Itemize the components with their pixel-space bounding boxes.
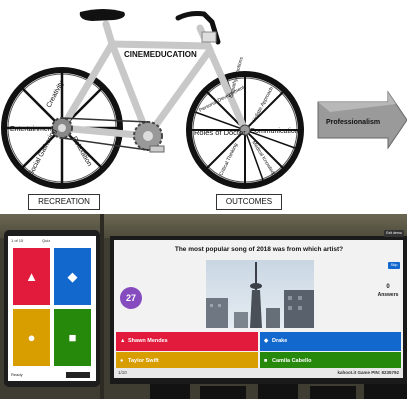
diamond-icon: ◆ [264, 338, 269, 344]
desk-monitor [150, 384, 190, 399]
desk-monitor [364, 384, 407, 399]
question-text: The most popular song of 2018 was from w… [174, 246, 344, 253]
answer-text: Taylor Swift [128, 358, 159, 364]
wall-edge [100, 214, 104, 399]
recreation-caption: RECREATION [28, 194, 100, 210]
tablet-footer-bar [66, 372, 90, 378]
tablet-topbar: 1 of 15 Quiz [8, 236, 96, 246]
answer-text: Shawn Mendes [128, 338, 168, 344]
game-pin-text: kahoot.it Game PIN: 8235792 [337, 370, 399, 375]
figure: Creativity Entertainment Relaxation Soci… [0, 0, 407, 399]
saddle-and-handlebar [79, 9, 221, 45]
desk-monitor [258, 384, 298, 399]
classroom-photo: 1 of 15 Quiz ▲ ◆ ● ■ Ready The most popu… [0, 214, 407, 399]
diamond-icon: ◆ [67, 268, 78, 284]
mode-label: Quiz [42, 238, 51, 243]
answer-text: Camila Cabello [272, 358, 312, 364]
triangle-icon: ▲ [25, 269, 38, 284]
front-label: Roles of Doctor [194, 128, 246, 137]
status-text: Ready [11, 372, 23, 377]
skip-button[interactable]: Skip [388, 262, 400, 269]
projector-screen: The most popular song of 2018 was from w… [110, 230, 407, 384]
tablet-device: 1 of 15 Quiz ▲ ◆ ● ■ Ready [4, 230, 100, 387]
kahoot-game-screen: The most popular song of 2018 was from w… [114, 230, 404, 378]
answer-tile-red[interactable]: ▲ [13, 248, 50, 305]
frame-label: CINEMEDUCATION [124, 50, 197, 59]
countdown-timer: 27 [120, 287, 142, 309]
cn-tower-image [206, 262, 314, 328]
answer-tile-green[interactable]: ■ [54, 309, 91, 366]
rear-label: Entertainment [10, 126, 54, 133]
answer-tile-blue[interactable]: ◆ [54, 248, 91, 305]
bicycle-illustration: Creativity Entertainment Relaxation Soci… [1, 9, 407, 189]
answers-count: 0 [386, 284, 390, 290]
arrow-label: Professionalism [326, 119, 380, 126]
tablet-footer: Ready [8, 369, 96, 381]
answer-option-blue: ◆ Drake [260, 332, 401, 351]
desk-monitor [200, 386, 246, 399]
square-icon: ■ [68, 330, 77, 345]
progress-text: 1/10 [118, 370, 127, 375]
answer-text: Drake [272, 338, 288, 344]
front-label: Communication [250, 128, 299, 135]
tablet-screen: 1 of 15 Quiz ▲ ◆ ● ■ Ready [8, 236, 96, 381]
professionalism-arrow: Professionalism [317, 90, 407, 150]
bicycle-diagram: Creativity Entertainment Relaxation Soci… [0, 0, 407, 214]
exit-demo-button[interactable]: Exit demo [384, 230, 404, 237]
triangle-icon: ▲ [120, 338, 126, 344]
outcomes-caption: OUTCOMES [216, 194, 282, 210]
answer-option-red: ▲ Shawn Mendes [116, 332, 258, 351]
answer-tile-yellow[interactable]: ● [13, 309, 50, 366]
desk-monitor [310, 386, 356, 399]
question-image [206, 260, 314, 328]
answers-label: Answers [377, 292, 399, 298]
question-counter: 1 of 15 [11, 238, 24, 243]
circle-icon: ● [27, 330, 36, 345]
rear-label: Social Gathering [28, 128, 59, 177]
game-footer: 1/10 kahoot.it Game PIN: 8235792 [114, 368, 403, 378]
